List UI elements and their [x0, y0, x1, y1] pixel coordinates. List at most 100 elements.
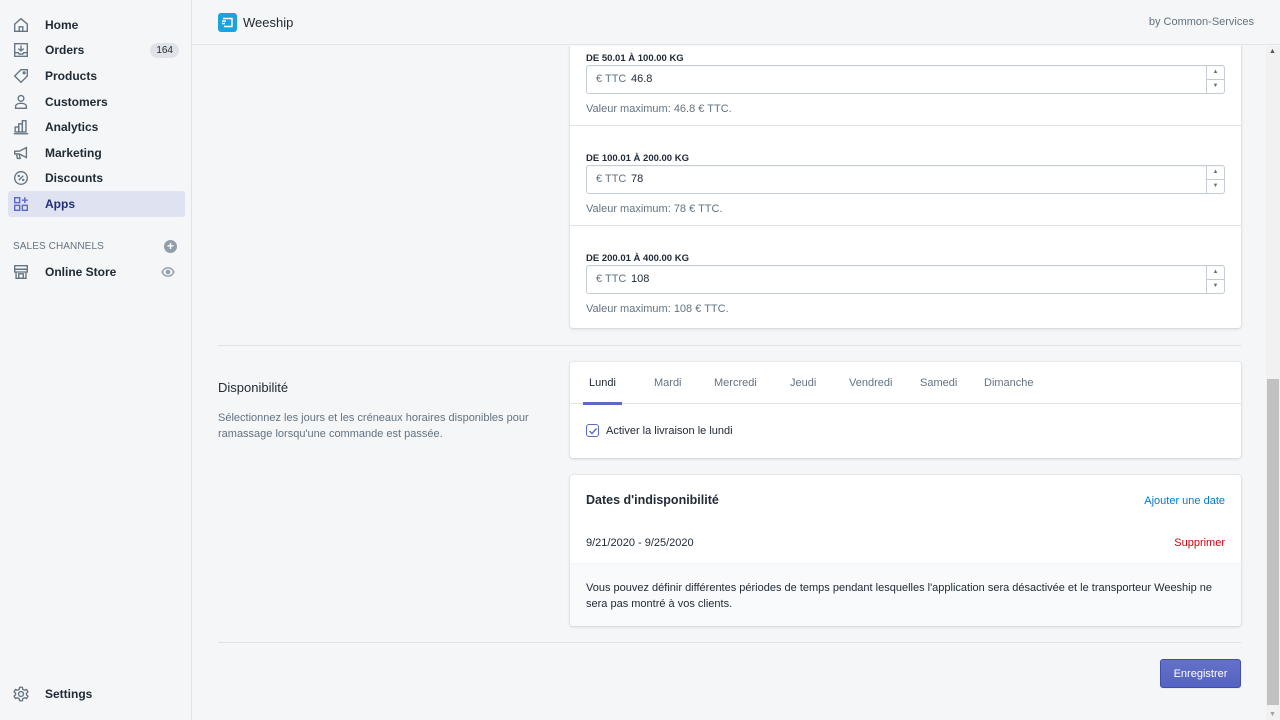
- enable-delivery-label: Activer la livraison le lundi: [606, 424, 733, 437]
- enable-delivery-checkbox[interactable]: [586, 424, 599, 437]
- decrement-icon[interactable]: ▼: [1207, 180, 1224, 194]
- increment-icon[interactable]: ▲: [1207, 266, 1224, 280]
- tab-samedi[interactable]: Samedi: [920, 362, 957, 404]
- price-input[interactable]: € TTC 46.8 ▲ ▼: [586, 65, 1225, 94]
- section-divider: [218, 345, 1241, 346]
- sidebar-item-label: Online Store: [45, 264, 117, 279]
- sidebar-item-label: Products: [45, 68, 98, 83]
- add-sales-channel-icon[interactable]: +: [164, 239, 177, 253]
- currency-prefix: € TTC: [596, 273, 627, 285]
- save-button[interactable]: Enregistrer: [1160, 659, 1241, 688]
- price-stepper: ▲ ▼: [1206, 166, 1224, 193]
- help-text: Valeur maximum: 108 € TTC.: [586, 303, 729, 315]
- sidebar-item-discounts[interactable]: Discounts: [8, 166, 185, 192]
- tab-mardi[interactable]: Mardi: [654, 362, 682, 404]
- delete-date-link[interactable]: Supprimer: [1174, 537, 1225, 549]
- availability-description: Sélectionnez les jours et les créneaux h…: [218, 412, 529, 440]
- currency-prefix: € TTC: [596, 173, 627, 185]
- currency-prefix: € TTC: [596, 73, 627, 85]
- page-scrollbar[interactable]: ▲ ▼: [1266, 46, 1280, 720]
- enable-delivery-checkbox-row[interactable]: Activer la livraison le lundi: [586, 424, 733, 437]
- range-label: DE 200.01 À 400.00 KG: [586, 253, 689, 264]
- weeship-logo-icon: [218, 13, 237, 32]
- price-value[interactable]: 108: [631, 273, 649, 285]
- availability-card: Lundi Mardi Mercredi Jeudi Vendredi Same…: [570, 362, 1241, 458]
- price-stepper: ▲ ▼: [1206, 66, 1224, 93]
- availability-title: Disponibilité: [218, 380, 289, 395]
- orders-icon: [12, 41, 30, 59]
- add-date-link[interactable]: Ajouter une date: [1144, 495, 1225, 507]
- unavailability-card: Dates d'indisponibilité Ajouter une date…: [570, 475, 1241, 626]
- tab-dimanche[interactable]: Dimanche: [984, 362, 1034, 404]
- sidebar-item-settings[interactable]: Settings: [8, 681, 185, 707]
- sidebar-item-settings-wrap: Settings: [8, 681, 185, 707]
- increment-icon[interactable]: ▲: [1207, 66, 1224, 80]
- day-tabs: Lundi Mardi Mercredi Jeudi Vendredi Same…: [570, 362, 1241, 405]
- price-value[interactable]: 46.8: [631, 73, 652, 85]
- gear-icon: [12, 685, 30, 703]
- app-name: Weeship: [243, 15, 294, 30]
- decrement-icon[interactable]: ▼: [1207, 80, 1224, 94]
- apps-icon: [12, 195, 30, 213]
- scroll-down-icon[interactable]: ▼: [1269, 711, 1276, 718]
- home-icon: [12, 16, 30, 34]
- sidebar-item-label: Marketing: [45, 145, 102, 160]
- sidebar-item-label: Orders: [45, 43, 85, 58]
- tag-icon: [12, 67, 30, 85]
- price-range-section: DE 100.01 À 200.00 KG € TTC 78 ▲ ▼ Valeu…: [570, 126, 1241, 226]
- help-text: Valeur maximum: 78 € TTC.: [586, 203, 723, 215]
- sidebar-item-home[interactable]: Home: [8, 12, 185, 38]
- main-content: DE 50.01 À 100.00 KG € TTC 46.8 ▲ ▼ Vale…: [192, 46, 1266, 720]
- sidebar-item-label: Settings: [45, 686, 93, 701]
- sidebar-item-orders[interactable]: Orders 164: [8, 38, 185, 64]
- sales-channels-label: SALES CHANNELS: [13, 240, 104, 252]
- sidebar-nav: Home Orders 164 Products Customers Analy…: [8, 12, 185, 217]
- price-value[interactable]: 78: [631, 173, 643, 185]
- unavailability-help-text: Vous pouvez définir différentes périodes…: [586, 582, 1213, 610]
- range-label: DE 50.01 À 100.00 KG: [586, 53, 684, 64]
- price-input[interactable]: € TTC 78 ▲ ▼: [586, 165, 1225, 194]
- person-icon: [12, 93, 30, 111]
- price-range-section: DE 50.01 À 100.00 KG € TTC 46.8 ▲ ▼ Vale…: [570, 46, 1241, 126]
- sidebar-item-customers[interactable]: Customers: [8, 89, 185, 115]
- orders-count-badge: 164: [150, 42, 179, 58]
- unavailability-title: Dates d'indisponibilité: [586, 493, 719, 507]
- store-icon: [12, 263, 30, 281]
- tab-jeudi[interactable]: Jeudi: [790, 362, 816, 404]
- scroll-up-icon[interactable]: ▲: [1269, 48, 1276, 55]
- price-stepper: ▲ ▼: [1206, 266, 1224, 293]
- sales-channels-header: SALES CHANNELS +: [13, 237, 177, 255]
- price-input[interactable]: € TTC 108 ▲ ▼: [586, 265, 1225, 294]
- sidebar-item-label: Apps: [45, 196, 75, 211]
- help-text: Valeur maximum: 46.8 € TTC.: [586, 103, 732, 115]
- decrement-icon[interactable]: ▼: [1207, 280, 1224, 294]
- eye-icon[interactable]: [161, 265, 175, 282]
- app-developer: by Common-Services: [1148, 16, 1254, 28]
- discount-icon: [12, 169, 30, 187]
- sidebar-item-marketing[interactable]: Marketing: [8, 140, 185, 166]
- tab-lundi[interactable]: Lundi: [583, 362, 622, 405]
- sidebar-item-label: Discounts: [45, 171, 104, 186]
- tab-vendredi[interactable]: Vendredi: [849, 362, 892, 404]
- unavailability-footer: Vous pouvez définir différentes périodes…: [570, 563, 1241, 626]
- tab-mercredi[interactable]: Mercredi: [714, 362, 757, 404]
- sidebar: Home Orders 164 Products Customers Analy…: [0, 0, 192, 720]
- sidebar-item-analytics[interactable]: Analytics: [8, 114, 185, 140]
- sidebar-item-products[interactable]: Products: [8, 63, 185, 89]
- app-header: Weeship by Common-Services: [192, 0, 1280, 45]
- increment-icon[interactable]: ▲: [1207, 166, 1224, 180]
- footer-divider: [218, 642, 1241, 643]
- megaphone-icon: [12, 144, 30, 162]
- bar-chart-icon: [12, 118, 30, 136]
- sidebar-item-label: Customers: [45, 94, 108, 109]
- sidebar-item-label: Analytics: [45, 120, 99, 135]
- scrollbar-thumb[interactable]: [1267, 379, 1279, 705]
- sidebar-item-label: Home: [45, 17, 79, 32]
- price-ranges-card: DE 50.01 À 100.00 KG € TTC 46.8 ▲ ▼ Vale…: [570, 46, 1241, 328]
- sidebar-item-apps[interactable]: Apps: [8, 191, 185, 217]
- sidebar-item-online-store-wrap: Online Store: [8, 259, 185, 285]
- sidebar-item-online-store[interactable]: Online Store: [8, 259, 185, 285]
- range-label: DE 100.01 À 200.00 KG: [586, 153, 689, 164]
- price-range-section: DE 200.01 À 400.00 KG € TTC 108 ▲ ▼ Vale…: [570, 226, 1241, 326]
- date-range: 9/21/2020 - 9/25/2020: [586, 537, 694, 549]
